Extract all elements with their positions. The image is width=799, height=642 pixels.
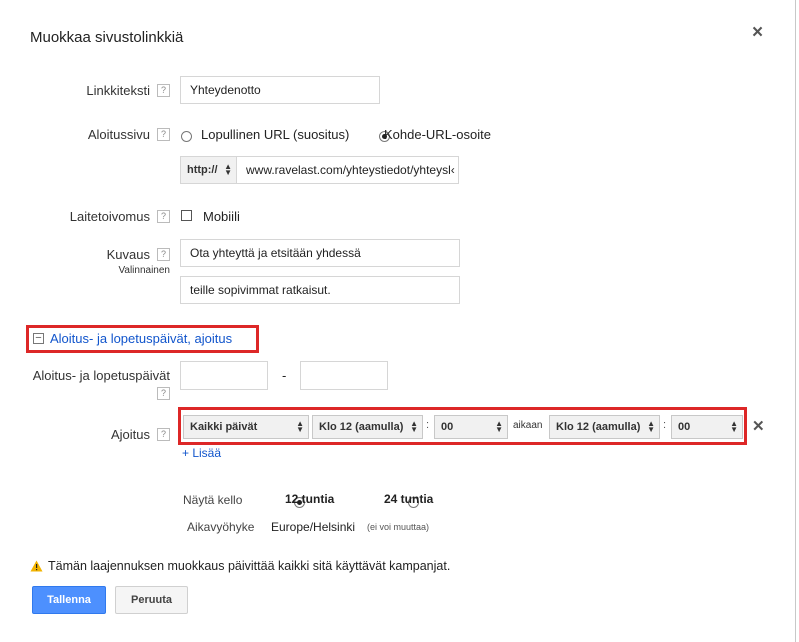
clock-label: Näytä kello	[183, 493, 243, 507]
url-input[interactable]: www.ravelast.com/yhteystiedot/yhteysl‹	[236, 156, 459, 184]
to-minute-select[interactable]: 00 ▲ ▼	[671, 415, 743, 439]
description-optional-label: Valinnainen	[118, 265, 170, 276]
select-arrows-icon: ▲ ▼	[730, 419, 738, 434]
from-colon: :	[426, 419, 430, 431]
link-text-help-icon[interactable]: ?	[157, 84, 170, 97]
schedule-help-icon[interactable]: ?	[157, 428, 170, 441]
from-hour-value: Klo 12 (aamulla)	[319, 421, 404, 433]
start-date-input[interactable]	[180, 361, 268, 390]
link-text-label: Linkkiteksti	[86, 83, 150, 98]
warning-icon	[30, 560, 43, 572]
dialog-right-border	[795, 0, 796, 642]
timezone-value: Europe/Helsinki	[271, 520, 356, 534]
dialog-title: Muokkaa sivustolinkkiä	[30, 29, 184, 46]
add-schedule-link[interactable]: + Lisää	[182, 446, 221, 460]
dates-separator: -	[282, 368, 287, 383]
description-label: Kuvaus	[106, 247, 150, 262]
description-line1-input[interactable]: Ota yhteyttä ja etsitään yhdessä	[180, 239, 460, 267]
to-hour-select[interactable]: Klo 12 (aamulla) ▲ ▼	[549, 415, 660, 439]
close-icon[interactable]: ×	[752, 22, 763, 44]
timezone-label: Aikavyöhyke	[187, 520, 255, 534]
schedule-label: Ajoitus	[110, 427, 150, 442]
to-minute-value: 00	[678, 421, 691, 433]
from-minute-value: 00	[441, 421, 454, 433]
protocol-value: http://	[187, 164, 218, 176]
day-select[interactable]: Kaikki päivät ▲ ▼	[183, 415, 309, 439]
device-preference-label: Laitetoivomus	[69, 209, 150, 224]
mobile-option-label: Mobiili	[203, 209, 240, 224]
warning-text: Tämän laajennuksen muokkaus päivittää ka…	[48, 559, 451, 573]
end-date-input[interactable]	[300, 361, 388, 390]
select-arrows-icon: ▲ ▼	[296, 419, 304, 434]
until-label: aikaan	[513, 420, 543, 431]
cancel-button[interactable]: Peruuta	[115, 586, 188, 614]
dates-label: Aloitus- ja lopetuspäivät	[32, 368, 170, 383]
description-help-icon[interactable]: ?	[157, 248, 170, 261]
save-button[interactable]: Tallenna	[32, 586, 106, 614]
landing-page-help-icon[interactable]: ?	[157, 128, 170, 141]
select-arrows-icon: ▲ ▼	[647, 419, 655, 434]
clock-12-label: 12 tuntia	[285, 492, 335, 506]
day-value: Kaikki päivät	[190, 421, 258, 433]
device-help-icon[interactable]: ?	[157, 210, 170, 223]
to-hour-value: Klo 12 (aamulla)	[556, 421, 641, 433]
final-url-radio[interactable]	[181, 131, 192, 143]
remove-schedule-icon[interactable]: ✕	[752, 417, 765, 435]
dates-scheduling-section-link[interactable]: Aloitus- ja lopetuspäivät, ajoitus	[50, 331, 232, 346]
dates-help-icon[interactable]: ?	[157, 387, 170, 400]
destination-url-option-label: Kohde-URL-osoite	[384, 127, 491, 142]
select-arrows-icon: ▲ ▼	[224, 162, 232, 177]
from-hour-select[interactable]: Klo 12 (aamulla) ▲ ▼	[312, 415, 423, 439]
protocol-select[interactable]: http:// ▲ ▼	[180, 156, 237, 184]
from-minute-select[interactable]: 00 ▲ ▼	[434, 415, 508, 439]
clock-24-label: 24 tuntia	[384, 492, 434, 506]
timezone-note: (ei voi muuttaa)	[367, 522, 430, 532]
description-line2-input[interactable]: teille sopivimmat ratkaisut.	[180, 276, 460, 304]
select-arrows-icon: ▲ ▼	[410, 419, 418, 434]
mobile-checkbox[interactable]	[181, 210, 192, 221]
select-arrows-icon: ▲ ▼	[495, 419, 503, 434]
collapse-toggle-icon[interactable]: −	[33, 333, 44, 344]
landing-page-label: Aloitussivu	[87, 127, 150, 142]
to-colon: :	[663, 419, 667, 431]
final-url-option-label: Lopullinen URL (suositus)	[201, 127, 350, 142]
link-text-input[interactable]: Yhteydenotto	[180, 76, 380, 104]
